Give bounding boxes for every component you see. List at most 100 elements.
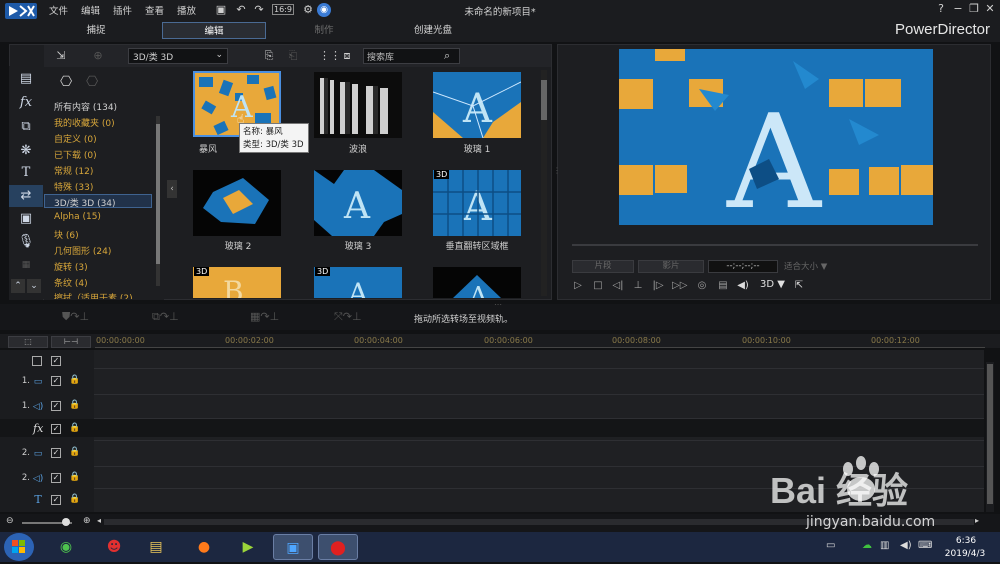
new-page-icon[interactable]: ⎘ xyxy=(261,48,277,64)
lock-icon[interactable]: 🔒 xyxy=(69,423,80,433)
menu-file[interactable]: 文件 xyxy=(49,3,68,17)
aspect-ratio-icon[interactable]: 16:9 xyxy=(272,4,294,15)
tab-capture[interactable]: 捕捉 xyxy=(44,22,148,39)
undo-icon[interactable]: ↶ xyxy=(234,3,248,17)
task-qq-icon[interactable]: ☻ xyxy=(94,534,134,560)
track-checkbox[interactable]: ✓ xyxy=(51,424,61,434)
transition-thumb[interactable]: A xyxy=(433,170,521,236)
split-icon[interactable]: ⊥ xyxy=(631,279,645,293)
remove-tag-icon[interactable]: ⎔ xyxy=(86,74,98,90)
minimize-icon[interactable]: − xyxy=(951,2,965,16)
category-item-active[interactable]: 3D/类 3D (34) xyxy=(54,196,116,209)
timecode-display[interactable]: --;--;--;-- xyxy=(708,260,778,273)
preview-progress-bar[interactable] xyxy=(572,244,978,246)
transition-thumb[interactable] xyxy=(193,170,281,236)
prefix-transition-icon[interactable]: ⧉↷⊥ xyxy=(152,310,179,324)
undock-icon[interactable]: ⇱ xyxy=(792,279,806,293)
add-tag-icon[interactable]: ⎔ xyxy=(60,74,72,90)
library-scrollbar-thumb[interactable] xyxy=(541,80,547,120)
particle-room-icon[interactable]: ❋ xyxy=(9,140,43,162)
category-item[interactable]: 所有内容 (134) xyxy=(54,100,117,113)
all-tracks-box[interactable] xyxy=(32,356,42,366)
track-checkbox[interactable]: ✓ xyxy=(51,448,61,458)
help-icon[interactable]: ? xyxy=(934,2,948,16)
tab-edit[interactable]: 编辑 xyxy=(162,22,266,39)
zoom-out-icon[interactable]: ⊖ xyxy=(6,516,14,526)
category-scrollbar-thumb[interactable] xyxy=(156,124,160,264)
stop-icon[interactable]: □ xyxy=(591,279,605,293)
menu-edit[interactable]: 编辑 xyxy=(81,3,100,17)
tab-produce[interactable]: 制作 xyxy=(272,22,376,39)
tray-wechat-icon[interactable]: ☁ xyxy=(862,540,872,551)
close-icon[interactable]: ✕ xyxy=(983,2,997,16)
task-powerdirector-icon[interactable]: ▣ xyxy=(273,534,313,560)
category-item[interactable]: Alpha (15) xyxy=(54,212,101,222)
timeline-ruler[interactable] xyxy=(95,347,985,348)
title-room-icon[interactable]: T xyxy=(9,162,43,184)
tray-volume-icon[interactable]: ◀) xyxy=(900,540,912,551)
storyboard-view-button[interactable]: ⬚ xyxy=(8,336,48,348)
clip-mode-button[interactable]: 片段 xyxy=(572,260,634,273)
transition-thumb[interactable]: A xyxy=(314,170,402,236)
transition-thumb[interactable]: A xyxy=(433,267,521,298)
category-item[interactable]: 常规 (12) xyxy=(54,164,93,177)
movie-mode-button[interactable]: 影片 xyxy=(638,260,704,273)
category-item[interactable]: 条纹 (4) xyxy=(54,276,88,289)
scroll-up-icon[interactable]: ⌃ xyxy=(11,279,25,293)
transition-room-icon[interactable]: ⇄ xyxy=(9,185,43,207)
tray-language-icon[interactable]: ⌨ xyxy=(918,540,932,551)
category-dropdown[interactable]: 3D/类 3D ⌄ xyxy=(128,48,228,64)
redo-icon[interactable]: ↷ xyxy=(252,3,266,17)
upgrade-icon[interactable]: ◉ xyxy=(317,3,331,17)
collapse-panel-button[interactable]: ‹ xyxy=(167,180,177,198)
menu-plugins[interactable]: 插件 xyxy=(113,3,132,17)
clock-date[interactable]: 2019/4/3 xyxy=(938,549,992,559)
snapshot-icon[interactable]: ◎ xyxy=(695,279,709,293)
apply-to-all-icon[interactable]: ⛊↷⊥ xyxy=(62,310,89,324)
task-firefox-icon[interactable]: ● xyxy=(184,534,224,560)
category-item[interactable]: 几何图形 (24) xyxy=(54,244,111,257)
next-frame-icon[interactable]: |▷ xyxy=(651,279,665,293)
category-item[interactable]: 旋转 (3) xyxy=(54,260,88,273)
previous-frame-icon[interactable]: ◁| xyxy=(611,279,625,293)
view-size-dropdown[interactable]: 适合大小 ▼ xyxy=(784,260,842,273)
save-icon[interactable]: ▣ xyxy=(214,3,228,17)
track-checkbox[interactable]: ✓ xyxy=(51,401,61,411)
volume-icon[interactable]: ◀) xyxy=(736,279,750,293)
tray-network-icon[interactable]: ▥ xyxy=(880,540,889,551)
scroll-right-icon[interactable]: ▸ xyxy=(975,516,979,525)
category-item[interactable]: 块 (6) xyxy=(54,228,79,241)
download-icon[interactable]: ⊕ xyxy=(90,48,106,64)
lock-icon[interactable]: 🔒 xyxy=(69,494,80,504)
panel-resize-handle[interactable]: ⋯ xyxy=(494,300,502,309)
play-icon[interactable]: ▷ xyxy=(571,279,585,293)
fx-track[interactable] xyxy=(0,419,984,437)
cross-transition-icon[interactable]: ▦↷⊥ xyxy=(250,310,279,323)
category-item[interactable]: 已下载 (0) xyxy=(54,148,97,161)
lock-icon[interactable]: 🔒 xyxy=(69,472,80,482)
restore-icon[interactable]: ❐ xyxy=(967,2,981,16)
thumbnail-size-icon[interactable]: ⧈ xyxy=(339,48,355,64)
menu-playback[interactable]: 播放 xyxy=(177,3,196,17)
task-player-icon[interactable]: ▶ xyxy=(228,534,268,560)
3d-mode-dropdown[interactable]: 3D ▼ xyxy=(760,279,785,290)
track-checkbox[interactable]: ✓ xyxy=(51,376,61,386)
settings-icon[interactable]: ⚙ xyxy=(301,3,315,17)
media-room-icon[interactable]: ▤ xyxy=(9,68,43,90)
category-item[interactable]: 自定义 (0) xyxy=(54,132,97,145)
scroll-left-icon[interactable]: ◂ xyxy=(97,516,101,525)
preview-settings-icon[interactable]: ▤ xyxy=(716,279,730,293)
transition-thumb[interactable] xyxy=(314,72,402,138)
panel-resize-handle[interactable]: ⋮ xyxy=(553,166,561,175)
track-checkbox[interactable]: ✓ xyxy=(51,473,61,483)
grid-view-icon[interactable]: ⋮⋮ xyxy=(319,48,341,64)
category-item[interactable]: 擦拭（适用于素 (2) xyxy=(54,291,133,299)
scroll-down-icon[interactable]: ⌄ xyxy=(27,279,41,293)
lock-icon[interactable]: 🔒 xyxy=(69,375,80,385)
import-icon[interactable]: ⇲ xyxy=(53,48,69,64)
lock-icon[interactable]: 🔒 xyxy=(69,447,80,457)
pip-room-icon[interactable]: ⧉ xyxy=(9,116,43,138)
category-item[interactable]: 特殊 (33) xyxy=(54,180,93,193)
search-icon[interactable]: ⌕ xyxy=(444,49,458,63)
all-tracks-checkbox[interactable]: ✓ xyxy=(51,356,61,366)
